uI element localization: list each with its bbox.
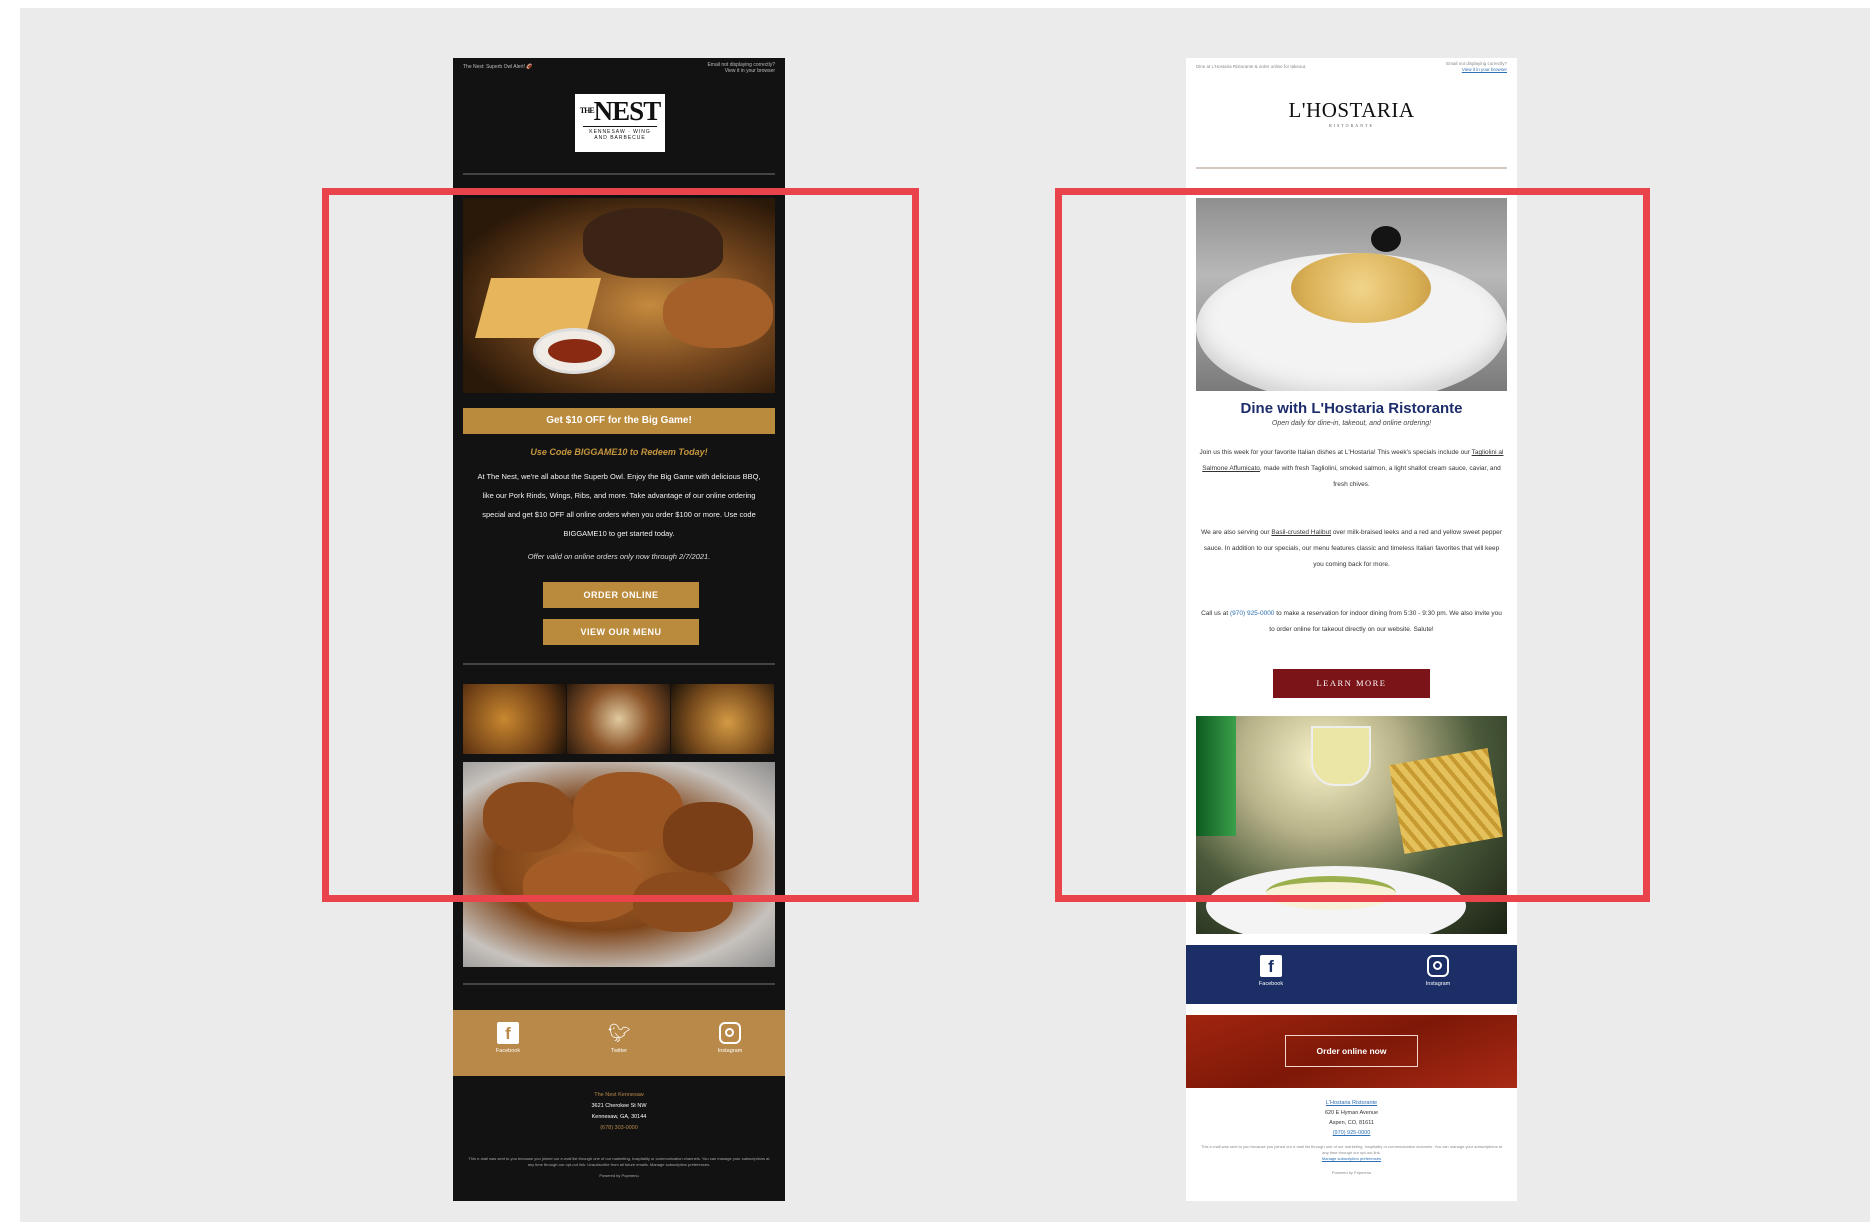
nest-footer-phone[interactable]: (678) 303-0000 bbox=[453, 1123, 785, 1134]
hostaria-footer-address: 620 E Hyman Avenue bbox=[1324, 1110, 1379, 1116]
facebook-icon: f bbox=[1260, 955, 1282, 977]
hostaria-order-online-button[interactable]: Order online now bbox=[1285, 1035, 1418, 1067]
hostaria-instagram-link[interactable]: Instagram bbox=[1398, 955, 1478, 987]
twitter-icon: 🐦︎ bbox=[608, 1023, 631, 1043]
comparison-canvas: The Nest: Superb Owl Alert! 🏈 Email not … bbox=[20, 8, 1870, 1222]
facebook-icon: f bbox=[497, 1022, 519, 1044]
highlight-frame-left bbox=[322, 188, 919, 902]
hostaria-footer: L'Hostaria Ristorante 620 E Hyman Avenue… bbox=[1186, 1098, 1517, 1138]
nest-footer-city: Kennesaw, GA, 30144 bbox=[591, 1114, 647, 1120]
hostaria-manage-preferences-link[interactable]: Manage subscription preferences bbox=[1198, 1156, 1505, 1162]
hostaria-facebook-link[interactable]: f Facebook bbox=[1231, 955, 1311, 987]
hostaria-powered-by: Powered by Popmenu bbox=[1331, 1170, 1372, 1175]
hostaria-footer-name[interactable]: L'Hostaria Ristorante bbox=[1186, 1098, 1517, 1108]
highlight-frame-right bbox=[1055, 188, 1650, 902]
nest-logo-sub: KENNESAW · WING AND BARBECUE bbox=[583, 126, 657, 141]
nest-footer: The Nest Kennesaw 3621 Cherokee St NW Ke… bbox=[453, 1090, 785, 1134]
nest-footer-address: 3621 Cherokee St NW bbox=[591, 1103, 647, 1109]
instagram-icon bbox=[719, 1022, 741, 1044]
nest-instagram-link[interactable]: Instagram bbox=[690, 1022, 770, 1054]
nest-divider bbox=[463, 173, 775, 175]
nest-legal-text: This e-mail was sent to you because you … bbox=[465, 1156, 773, 1179]
hostaria-logo[interactable]: L'HOSTARIA RISTORANTE bbox=[1186, 98, 1517, 128]
hostaria-logo-sub: RISTORANTE bbox=[1329, 123, 1374, 128]
nest-footer-name[interactable]: The Nest Kennesaw bbox=[453, 1090, 785, 1101]
nest-preheader: The Nest: Superb Owl Alert! 🏈 Email not … bbox=[453, 58, 785, 80]
nest-social-bar: f Facebook 🐦︎ Twitter Instagram bbox=[453, 1010, 785, 1076]
nest-divider bbox=[463, 983, 775, 985]
hostaria-preheader: Dine at L'Hostaria Ristorante & order on… bbox=[1186, 58, 1517, 80]
hostaria-view-in-browser-link[interactable]: Email not displaying correctly? View it … bbox=[1446, 61, 1507, 73]
hostaria-social-bar: f Facebook Instagram bbox=[1186, 945, 1517, 1004]
nest-facebook-link[interactable]: f Facebook bbox=[468, 1022, 548, 1054]
hostaria-preheader-text: Dine at L'Hostaria Ristorante & order on… bbox=[1196, 64, 1307, 69]
nest-preheader-text: The Nest: Superb Owl Alert! 🏈 bbox=[463, 64, 533, 70]
hostaria-order-banner: Order online now bbox=[1186, 1015, 1517, 1088]
nest-powered-by: Powered by Popmenu bbox=[599, 1173, 639, 1178]
hostaria-footer-phone[interactable]: (970) 925-0000 bbox=[1186, 1128, 1517, 1138]
hostaria-footer-city: Aspen, CO, 81611 bbox=[1329, 1120, 1374, 1126]
nest-view-in-browser-link[interactable]: Email not displaying correctly? View it … bbox=[707, 62, 775, 74]
hostaria-logo-name: L'HOSTARIA bbox=[1288, 98, 1415, 122]
instagram-icon bbox=[1427, 955, 1449, 977]
nest-twitter-link[interactable]: 🐦︎ Twitter bbox=[579, 1022, 659, 1054]
hostaria-divider bbox=[1196, 167, 1507, 169]
nest-logo-main: THENEST bbox=[579, 96, 661, 126]
nest-logo[interactable]: THENEST KENNESAW · WING AND BARBECUE bbox=[575, 94, 665, 152]
hostaria-legal-text: This e-mail was sent to you because you … bbox=[1198, 1144, 1505, 1176]
